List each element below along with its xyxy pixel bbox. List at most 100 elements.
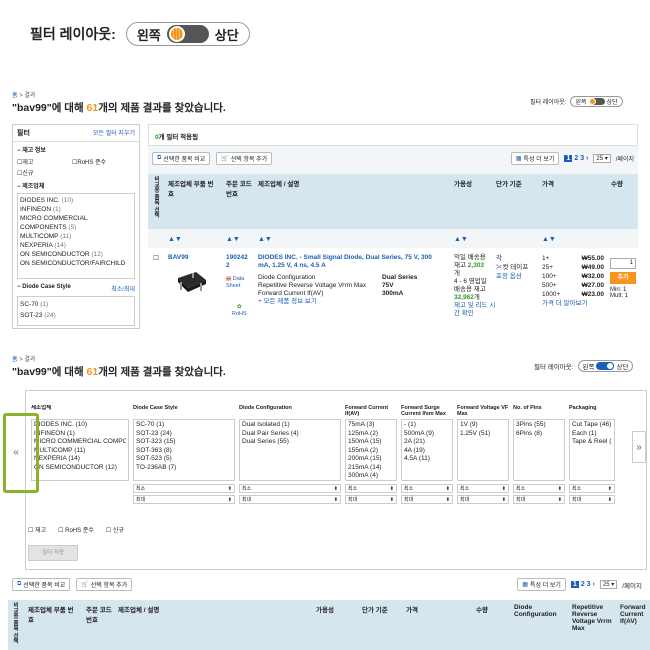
view-all-info-link[interactable]: + 모든 제품 정보 보기 bbox=[258, 298, 448, 306]
product-title-link[interactable]: DIODES INC. - Small Signal Diode, Dual S… bbox=[258, 254, 444, 270]
toggle-switch[interactable] bbox=[588, 98, 605, 105]
filter-option[interactable]: INFINEON (1) bbox=[34, 430, 126, 439]
list-item[interactable]: MICRO COMMERCIAL COMPONENTS (5) bbox=[20, 214, 132, 232]
col-mfr-desc[interactable]: 제조업체 / 설명 bbox=[258, 178, 299, 188]
apply-filters-button[interactable]: 필터 적용 bbox=[28, 545, 78, 561]
col-price-basis[interactable]: 단가 기준 bbox=[496, 178, 522, 188]
col-order-code[interactable]: 주문 코드 번호 bbox=[86, 604, 112, 624]
more-attributes-button[interactable]: ▦ 특성 더 보기 bbox=[510, 152, 560, 165]
case-style-list[interactable]: SC-70 (1) SOT-23 (24) bbox=[17, 296, 135, 326]
max-select[interactable]: 최대 ⬍ bbox=[345, 495, 397, 504]
list-item[interactable]: SOT-23 (24) bbox=[20, 310, 132, 321]
page-1[interactable]: 1 bbox=[570, 581, 579, 588]
stock-checkbox[interactable]: ☐재고 bbox=[17, 157, 72, 166]
list-item[interactable]: SC-70 (1) bbox=[20, 299, 132, 310]
filter-option[interactable]: Each (1) bbox=[572, 430, 612, 439]
filter-option[interactable]: 2A (21) bbox=[404, 438, 450, 447]
filter-option[interactable]: SOT-363 (8) bbox=[136, 447, 232, 456]
next-page[interactable]: › bbox=[586, 155, 588, 162]
filter-option-list[interactable]: DIODES INC. (10) INFINEON (1) MICRO COMMER… bbox=[31, 419, 129, 481]
datasheet-link[interactable]: ▤ Data Sheet bbox=[226, 276, 252, 290]
filter-option[interactable]: SOT-523 (5) bbox=[136, 455, 232, 464]
filter-option[interactable]: Dual Pair Series (4) bbox=[242, 430, 338, 439]
col-mfr-desc[interactable]: 제조업체 / 설명 bbox=[118, 604, 159, 614]
order-code-link[interactable]: 1902422 bbox=[226, 254, 248, 270]
col-mfr-part[interactable]: 제조업체 부품 번호 bbox=[168, 178, 218, 198]
rohs-checkbox[interactable]: ☐ RoHS 준수 bbox=[58, 525, 94, 534]
col-diode-config[interactable]: Diode Configuration bbox=[514, 604, 564, 618]
sort-icon[interactable]: ▲▼ bbox=[258, 236, 272, 243]
breadcrumb-home[interactable]: 홈 bbox=[12, 93, 18, 99]
min-select[interactable]: 최소 ⬍ bbox=[345, 484, 397, 493]
clear-all-filters-link[interactable]: 모든 필터 지우기 bbox=[93, 128, 135, 138]
manufacturer-heading[interactable]: − 제조업체 bbox=[17, 181, 135, 190]
rohs-checkbox[interactable]: ☐RoHS 준수 bbox=[72, 157, 106, 166]
filter-option[interactable]: 200mA (15) bbox=[348, 455, 394, 464]
qty-input[interactable]: 1 bbox=[610, 258, 636, 269]
add-to-cart-button[interactable]: 추가 bbox=[610, 272, 636, 284]
filter-option-list[interactable]: 1V (9) 1.25V (51) bbox=[457, 419, 509, 481]
per-page-select[interactable]: 25 ▾ bbox=[593, 154, 611, 163]
filter-option[interactable]: 75mA (3) bbox=[348, 421, 394, 430]
min-select[interactable]: 최소 ⬍ bbox=[133, 484, 235, 493]
page-2[interactable]: 2 bbox=[574, 155, 578, 162]
min-select[interactable]: 최소 ⬍ bbox=[569, 484, 615, 493]
filter-option[interactable]: 500mA (9) bbox=[404, 430, 450, 439]
col-price-basis[interactable]: 단가 기준 bbox=[362, 604, 388, 614]
min-select[interactable]: 최소 ⬍ bbox=[457, 484, 509, 493]
part-number-link[interactable]: BAV99 bbox=[168, 254, 188, 261]
filter-option[interactable]: 155mA (2) bbox=[348, 447, 394, 456]
col-price[interactable]: 가격 bbox=[542, 178, 554, 188]
filter-option[interactable]: NEXPERIA (14) bbox=[34, 455, 126, 464]
row-select-checkbox[interactable]: ☐ bbox=[153, 254, 159, 262]
breadcrumb-home[interactable]: 홈 bbox=[12, 357, 18, 363]
col-availability[interactable]: 가용성 bbox=[454, 178, 472, 188]
top-layout-toggle[interactable]: 왼쪽 상단 bbox=[125, 22, 250, 46]
filter-option[interactable]: SOT-323 (15) bbox=[136, 438, 232, 447]
col-mfr-part[interactable]: 제조업체 부품 번호 bbox=[28, 604, 78, 624]
sort-icon[interactable]: ▲▼ bbox=[454, 236, 468, 243]
max-select[interactable]: 최대 ⬍ bbox=[133, 495, 235, 504]
list-item[interactable]: NEXPERIA (14) bbox=[20, 241, 132, 250]
filter-option[interactable]: 3Pins (55) bbox=[516, 421, 562, 430]
layout-toggle[interactable]: 왼쪽 상단 bbox=[570, 96, 623, 107]
list-item[interactable]: INFINEON (1) bbox=[20, 205, 132, 214]
max-select[interactable]: 최대 ⬍ bbox=[513, 495, 565, 504]
add-selected-to-cart-button[interactable]: 🛒 선택 항목 추가 bbox=[76, 578, 133, 591]
filter-option[interactable]: 300mA (4) bbox=[348, 472, 394, 480]
filter-option[interactable]: Dual Isolated (1) bbox=[242, 421, 338, 430]
packaging-options-link[interactable]: 포장 옵션 bbox=[496, 272, 536, 281]
filter-option-list[interactable]: Dual Isolated (1) Dual Pair Series (4) Dua… bbox=[239, 419, 341, 481]
col-availability[interactable]: 가용성 bbox=[316, 604, 334, 614]
filter-option[interactable]: 4.5A (11) bbox=[404, 455, 450, 464]
filter-option[interactable]: 125mA (2) bbox=[348, 430, 394, 439]
filter-option[interactable]: DIODES INC. (10) bbox=[34, 421, 126, 430]
filter-option[interactable]: 1V (9) bbox=[460, 421, 506, 430]
col-forward-current[interactable]: Forward Current If(AV) bbox=[620, 604, 650, 625]
filter-option[interactable]: - (1) bbox=[404, 421, 450, 430]
filter-option[interactable]: ON SEMICONDUCTOR (12) bbox=[34, 464, 126, 473]
filter-option-list[interactable]: 75mA (3) 125mA (2) 150mA (15) 155mA (2) 200m… bbox=[345, 419, 397, 481]
filter-option[interactable]: 6Pins (8) bbox=[516, 430, 562, 439]
filter-option[interactable]: SOT-23 (24) bbox=[136, 430, 232, 439]
filter-option[interactable]: 150mA (15) bbox=[348, 438, 394, 447]
filter-option-list[interactable]: - (1) 500mA (9) 2A (21) 4A (19) 4.5A (11) bbox=[401, 419, 453, 481]
min-max-link[interactable]: 최소/최대 bbox=[111, 284, 135, 293]
col-order-code[interactable]: 주문 코드 번호 bbox=[226, 178, 254, 198]
col-price[interactable]: 가격 bbox=[406, 604, 418, 614]
filter-option[interactable]: Cut Tape (46) bbox=[572, 421, 612, 430]
min-select[interactable]: 최소 ⬍ bbox=[401, 484, 453, 493]
list-item[interactable]: ON SEMICONDUCTOR (12) bbox=[20, 250, 132, 259]
list-item[interactable]: ON SEMICONDUCTOR/FAIRCHILD bbox=[20, 259, 132, 268]
list-item[interactable]: DIODES INC. (10) bbox=[20, 196, 132, 205]
layout-toggle[interactable]: 왼쪽 상단 bbox=[577, 360, 634, 372]
max-select[interactable]: 최대 ⬍ bbox=[457, 495, 509, 504]
per-page-select[interactable]: 25 ▾ bbox=[599, 580, 618, 589]
compare-selected-button[interactable]: ⧉ 선택한 품목 비교 bbox=[152, 152, 211, 165]
manufacturer-list[interactable]: DIODES INC. (10) INFINEON (1) MICRO COMM… bbox=[17, 193, 135, 279]
sort-icon[interactable]: ▲▼ bbox=[542, 236, 556, 243]
new-checkbox[interactable]: ☐신규 bbox=[17, 168, 135, 177]
filter-option[interactable]: SC-70 (1) bbox=[136, 421, 232, 430]
col-qty[interactable]: 수량 bbox=[476, 604, 488, 614]
filter-option[interactable]: MULTICOMP (11) bbox=[34, 447, 126, 456]
